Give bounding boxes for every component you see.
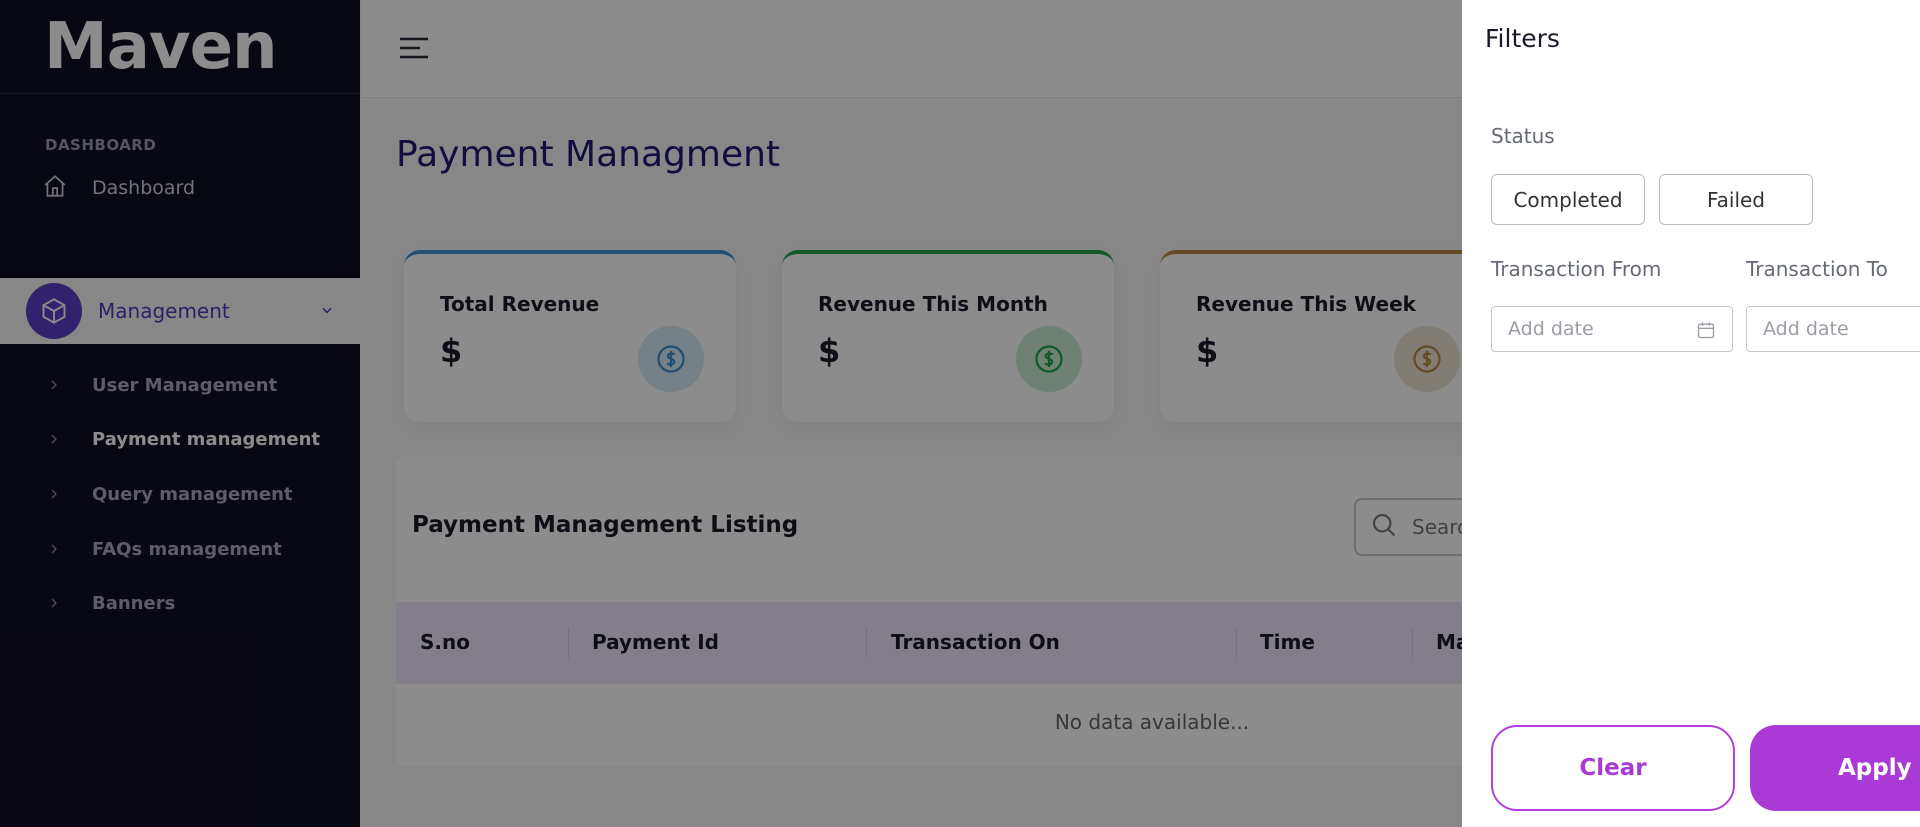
transaction-from-date-input[interactable]: Add date <box>1491 306 1733 352</box>
date-placeholder: Add date <box>1508 318 1594 340</box>
filter-drawer: Filters Status Completed Failed Transact… <box>1462 0 1920 827</box>
clear-button[interactable]: Clear <box>1491 725 1735 811</box>
status-failed-chip[interactable]: Failed <box>1659 174 1813 225</box>
apply-button[interactable]: Apply <box>1750 725 1920 811</box>
transaction-to-date-input[interactable]: Add date <box>1746 306 1920 352</box>
transaction-to-label: Transaction To <box>1746 257 1888 281</box>
drawer-title: Filters <box>1485 24 1560 53</box>
calendar-icon[interactable] <box>1696 320 1716 345</box>
date-placeholder: Add date <box>1763 318 1849 340</box>
status-completed-chip[interactable]: Completed <box>1491 174 1645 225</box>
status-label: Status <box>1491 124 1555 148</box>
transaction-from-label: Transaction From <box>1491 257 1662 281</box>
